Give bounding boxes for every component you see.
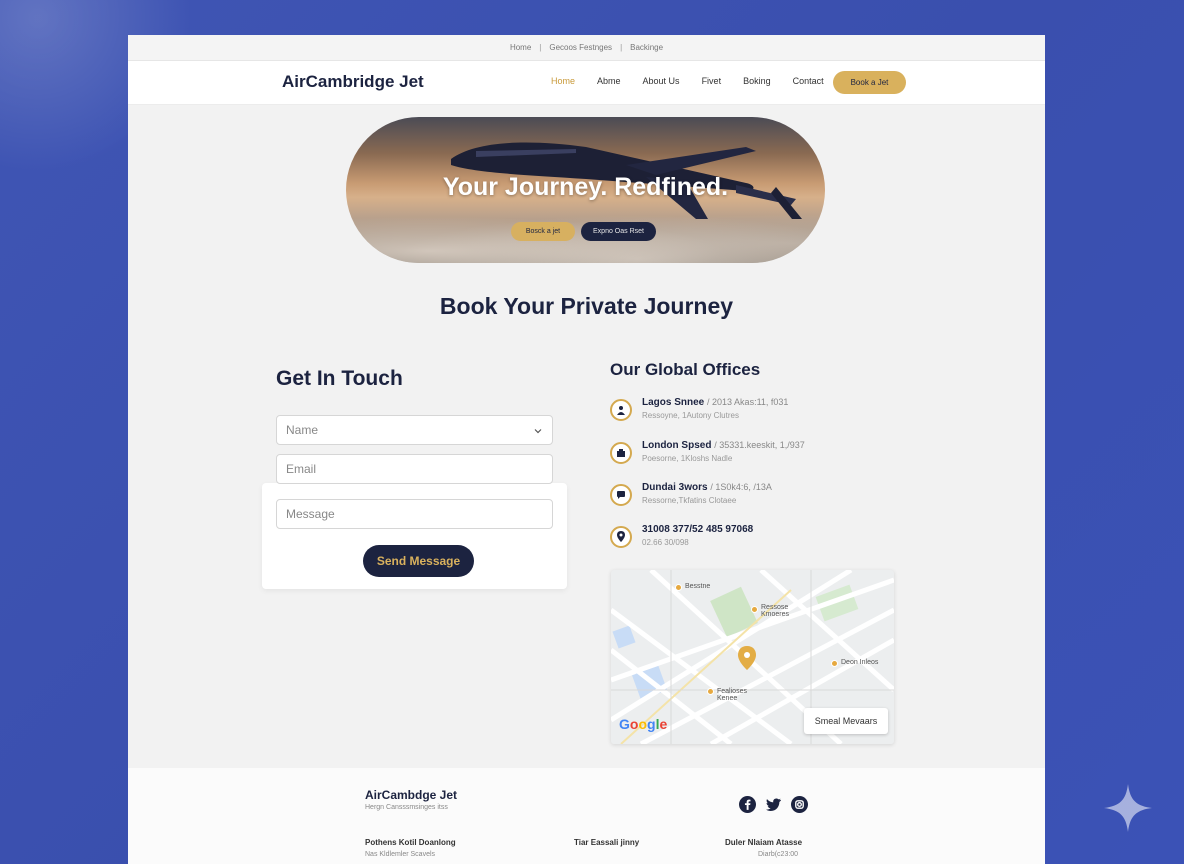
map-label: Ressose Kmoeres	[761, 604, 790, 618]
contact-title: Get In Touch	[276, 367, 403, 390]
nav-home[interactable]: Home	[551, 76, 575, 86]
map-directions-button[interactable]: Smeal Mevaars	[804, 708, 888, 734]
office-sub: 02.66 30/098	[642, 538, 689, 547]
location-pin-icon	[610, 526, 632, 548]
nav-links: Home Abme About Us Fivet Boking Contact	[551, 76, 846, 86]
person-icon	[610, 399, 632, 421]
map-marker[interactable]	[675, 584, 682, 591]
nav-contact[interactable]: Contact	[793, 76, 824, 86]
office-line: London Spsed / 35331.keeskit, 1,/937	[642, 440, 805, 451]
map-marker[interactable]	[751, 606, 758, 613]
office-item: London Spsed / 35331.keeskit, 1,/937 Poe…	[610, 440, 870, 470]
office-sub: Poesorne, 1Kloshs Nadle	[642, 454, 733, 463]
footer-brand[interactable]: AirCambdge Jet	[365, 788, 457, 802]
hero-book-button[interactable]: Bosck a jet	[511, 222, 575, 241]
send-message-button[interactable]: Send Message	[363, 545, 474, 577]
offices-title: Our Global Offices	[610, 360, 761, 379]
book-jet-button[interactable]: Book a Jet	[833, 71, 906, 94]
office-line: Lagos Snnee / 2013 Akas:11, f031	[642, 397, 788, 408]
office-name: Lagos Snnee	[642, 397, 705, 408]
utility-separator: |	[620, 43, 623, 52]
twitter-icon[interactable]	[765, 796, 782, 813]
utility-home-link[interactable]: Home	[510, 43, 531, 52]
office-phone: 31008 377/52 485 97068	[642, 524, 754, 535]
sparkle-icon	[1104, 784, 1152, 832]
office-item: Dundai 3wors / 1S0k4:6, /13A Ressorne,Tk…	[610, 482, 870, 512]
social-links	[739, 796, 808, 813]
map-label: Deon Inleos	[841, 659, 879, 666]
main-nav: AirCambridge Jet Home Abme About Us Five…	[128, 61, 1045, 105]
nav-abme[interactable]: Abme	[597, 76, 621, 86]
footer-col-title[interactable]: Pothens Kotil Doanlong	[365, 838, 456, 847]
nav-fivet[interactable]: Fivet	[702, 76, 722, 86]
utility-bar: Home | Gecoos Festnges | Backinge	[128, 35, 1045, 61]
office-line: Dundai 3wors / 1S0k4:6, /13A	[642, 482, 772, 493]
footer-col-sub: Diarb(c23:00	[758, 851, 799, 858]
map-marker[interactable]	[831, 660, 838, 667]
footer-column: Duler Nlaiam Atasse Diarb(c23:00	[725, 838, 802, 858]
office-detail: / 1S0k4:6, /13A	[710, 482, 772, 492]
message-field[interactable]: Message	[276, 499, 553, 529]
office-sub: Ressorne,Tkfatins Clotaee	[642, 496, 737, 505]
footer-tagline: Hergn Cansssmsinges itss	[365, 804, 448, 811]
footer-col-title[interactable]: Duler Nlaiam Atasse	[725, 838, 802, 847]
email-field[interactable]: Email	[276, 454, 553, 484]
chat-icon	[610, 484, 632, 506]
chevron-down-icon	[534, 429, 542, 434]
utility-separator: |	[539, 43, 542, 52]
footer-col-sub: Nas Kldlemler Scavels	[365, 851, 436, 858]
facebook-icon[interactable]	[739, 796, 756, 813]
office-detail: / 2013 Akas:11, f031	[707, 397, 789, 407]
office-name: London Spsed	[642, 440, 712, 451]
office-item: 31008 377/52 485 97068 02.66 30/098	[610, 524, 870, 554]
office-name: Dundai 3wors	[642, 482, 708, 493]
footer-column: Tiar Eassali jinny	[574, 838, 639, 847]
building-icon	[610, 442, 632, 464]
instagram-icon[interactable]	[791, 796, 808, 813]
nav-booking[interactable]: Boking	[743, 76, 771, 86]
office-map[interactable]: Besstne Ressose Kmoeres Deon Inleos Feal…	[611, 570, 894, 744]
hero-title: Your Journey. Redfined.	[442, 173, 729, 201]
brand-logo[interactable]: AirCambridge Jet	[282, 72, 424, 92]
utility-link-2[interactable]: Gecoos Festnges	[549, 43, 612, 52]
hero-buttons: Bosck a jet Expno Oas Rset	[511, 222, 656, 241]
office-detail: / 35331.keeskit, 1,/937	[714, 440, 805, 450]
google-logo: Google	[619, 716, 668, 732]
nav-about-us[interactable]: About Us	[643, 76, 680, 86]
name-select[interactable]: Name	[276, 415, 553, 445]
hero-explore-button[interactable]: Expno Oas Rset	[581, 222, 656, 241]
map-marker[interactable]	[707, 688, 714, 695]
office-line: 31008 377/52 485 97068	[642, 524, 753, 535]
message-placeholder: Message	[286, 507, 335, 521]
section-title: Book Your Private Journey	[439, 293, 734, 319]
utility-link-3[interactable]: Backinge	[630, 43, 663, 52]
name-placeholder: Name	[286, 423, 319, 437]
footer: AirCambdge Jet Hergn Cansssmsinges itss …	[128, 768, 1045, 864]
office-sub: Ressoyne, 1Autony Clutres	[642, 411, 739, 420]
map-label: Fealioses Kenee	[717, 688, 747, 702]
office-item: Lagos Snnee / 2013 Akas:11, f031 Ressoyn…	[610, 397, 870, 427]
map-label: Besstne	[685, 583, 711, 590]
hero-banner: Your Journey. Redfined. Bosck a jet Expn…	[346, 117, 825, 263]
browser-page: Home | Gecoos Festnges | Backinge AirCam…	[128, 35, 1045, 864]
email-placeholder: Email	[286, 462, 317, 476]
footer-col-title[interactable]: Tiar Eassali jinny	[574, 838, 639, 847]
footer-column: Pothens Kotil Doanlong Nas Kldlemler Sca…	[365, 838, 456, 858]
